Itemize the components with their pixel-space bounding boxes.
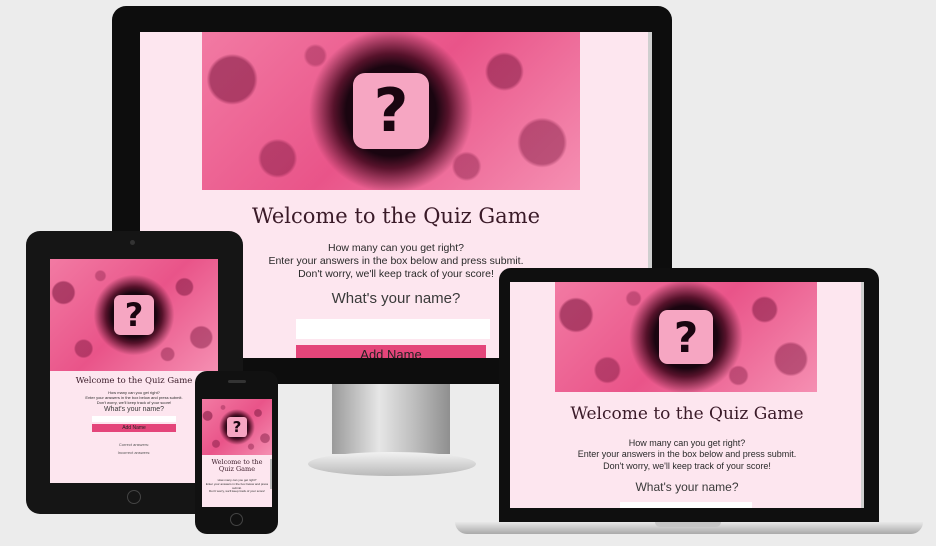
phone-scrollbar[interactable] [270, 459, 272, 489]
tablet-screen: ? Welcome to the Quiz Game How many can … [50, 259, 218, 483]
question-mark-icon: ? [227, 417, 247, 437]
intro-line-3: Don't worry, we'll keep track of your sc… [96, 400, 172, 405]
intro-line-2: Enter your answers in the box below and … [577, 449, 797, 460]
phone-home-button[interactable] [230, 513, 243, 526]
add-name-button[interactable]: Add Name [296, 345, 486, 358]
hero-image: ? [50, 259, 218, 371]
intro-text: How many can you get right? Enter your a… [202, 478, 272, 494]
tablet-home-button[interactable] [127, 490, 141, 504]
phone-screen: ? Welcome to the Quiz Game How many can … [202, 399, 272, 507]
question-mark-icon: ? [114, 295, 154, 335]
hero-image: ? [555, 282, 817, 392]
intro-text: How many can you get right? Enter your a… [50, 390, 218, 405]
phone-speaker [228, 380, 246, 383]
intro-text: How many can you get right? Enter your a… [510, 438, 864, 472]
correct-answers-label: Correct answers: [118, 442, 150, 447]
name-label: What's your name? [103, 406, 165, 413]
page-title: Welcome to the Quiz Game [570, 404, 804, 424]
monitor-base [308, 452, 476, 476]
intro-line-3: Don't worry, we'll keep track of your sc… [209, 489, 265, 494]
hero-image: ? [202, 32, 580, 190]
name-input[interactable] [92, 416, 176, 422]
laptop-notch [655, 522, 721, 527]
name-input[interactable] [296, 319, 490, 339]
incorrect-answers-label: Incorrect answers: [117, 450, 151, 455]
name-label: What's your name? [635, 480, 739, 494]
phone-device: ? Welcome to the Quiz Game How many can … [195, 371, 278, 534]
page-title: Welcome to the Quiz Game [202, 458, 272, 474]
add-name-button[interactable]: Add Name [92, 424, 176, 432]
page-title: Welcome to the Quiz Game [251, 204, 541, 228]
question-mark-icon: ? [353, 73, 429, 149]
intro-line-3: Don't worry, we'll keep track of your sc… [603, 460, 771, 471]
name-input[interactable] [620, 502, 752, 508]
tablet-camera [130, 240, 135, 245]
laptop-scrollbar[interactable] [861, 282, 864, 508]
laptop-device: ? Welcome to the Quiz Game How many can … [499, 268, 879, 524]
page-title-line-2: Quiz Game [218, 465, 256, 474]
laptop-screen: ? Welcome to the Quiz Game How many can … [510, 282, 864, 508]
monitor-stand [332, 384, 450, 454]
page-title: Welcome to the Quiz Game [75, 376, 193, 386]
hero-image: ? [202, 399, 272, 455]
intro-line-1: How many can you get right? [628, 438, 746, 448]
question-mark-icon: ? [659, 310, 713, 364]
